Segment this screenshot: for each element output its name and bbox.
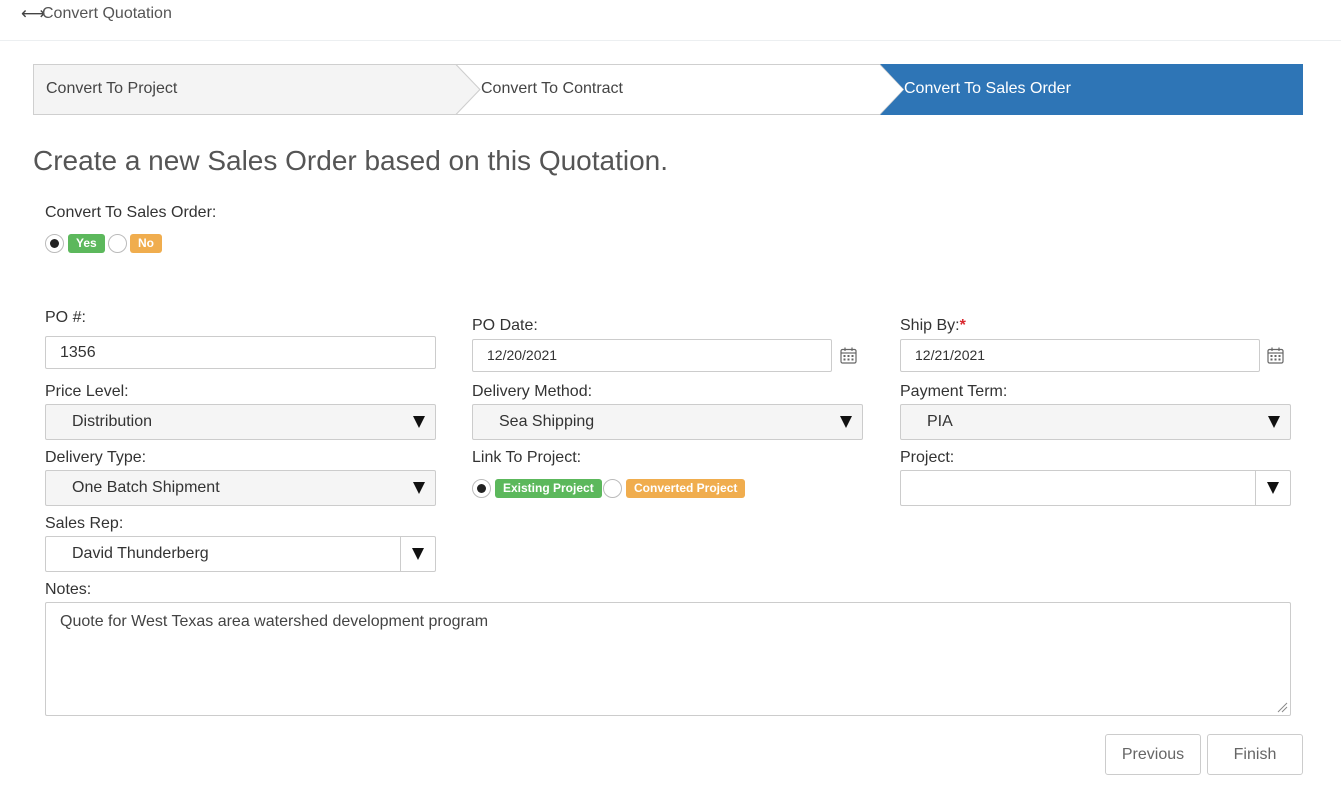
resize-grip-icon[interactable]: [1277, 702, 1288, 713]
payment-term-label: Payment Term:: [900, 383, 1008, 400]
caret-down-icon: [1267, 482, 1279, 494]
convert-label: Convert To Sales Order:: [45, 204, 217, 221]
sales-rep-dropdown-button[interactable]: [400, 537, 435, 571]
caret-down-icon: [840, 416, 852, 428]
existing-project-badge[interactable]: Existing Project: [495, 479, 602, 498]
required-mark: *: [959, 317, 966, 334]
wizard-arrows: [33, 64, 1303, 115]
sales-rep-value: David Thunderberg: [72, 545, 209, 562]
page-heading: Create a new Sales Order based on this Q…: [33, 145, 669, 176]
po-number-label: PO #:: [45, 309, 86, 326]
step-convert-to-project[interactable]: Convert To Project: [46, 80, 177, 98]
notes-label: Notes:: [45, 581, 92, 598]
po-date-input[interactable]: 12/20/2021: [472, 339, 832, 372]
step-convert-to-contract[interactable]: Convert To Contract: [481, 80, 623, 98]
caret-down-icon: [413, 482, 425, 494]
existing-project-radio[interactable]: [472, 479, 491, 498]
previous-button[interactable]: Previous: [1105, 734, 1201, 775]
converted-project-radio[interactable]: [603, 479, 622, 498]
top-bar: ⟷ Convert Quotation: [0, 0, 1341, 41]
project-dropdown-button[interactable]: [1255, 471, 1290, 505]
ship-by-input[interactable]: 12/21/2021: [900, 339, 1260, 372]
convert-yes-radio[interactable]: [45, 234, 64, 253]
sales-rep-label: Sales Rep:: [45, 515, 124, 532]
sales-rep-combo[interactable]: David Thunderberg: [45, 536, 436, 572]
calendar-icon[interactable]: [1267, 347, 1284, 364]
caret-down-icon: [412, 548, 424, 560]
payment-term-select[interactable]: PIA: [900, 404, 1291, 440]
notes-value: Quote for West Texas area watershed deve…: [60, 613, 489, 630]
po-number-input[interactable]: 1356: [45, 336, 436, 369]
step-convert-to-sales-order[interactable]: Convert To Sales Order: [904, 80, 1071, 98]
convert-no-radio[interactable]: [108, 234, 127, 253]
price-level-value: Distribution: [72, 413, 153, 430]
payment-term-value: PIA: [927, 413, 953, 430]
ship-by-label: Ship By:*: [900, 317, 966, 334]
delivery-type-select[interactable]: One Batch Shipment: [45, 470, 436, 506]
delivery-type-value: One Batch Shipment: [72, 479, 220, 496]
caret-down-icon: [1268, 416, 1280, 428]
yes-badge[interactable]: Yes: [68, 234, 105, 253]
price-level-label: Price Level:: [45, 383, 129, 400]
page-title: Convert Quotation: [42, 5, 172, 22]
po-date-label: PO Date:: [472, 317, 538, 334]
project-combo[interactable]: [900, 470, 1291, 506]
delivery-method-value: Sea Shipping: [499, 413, 595, 430]
delivery-method-select[interactable]: Sea Shipping: [472, 404, 863, 440]
delivery-method-label: Delivery Method:: [472, 383, 593, 400]
price-level-select[interactable]: Distribution: [45, 404, 436, 440]
delivery-type-label: Delivery Type:: [45, 449, 147, 466]
project-label: Project:: [900, 449, 955, 466]
link-to-project-label: Link To Project:: [472, 449, 582, 466]
converted-project-badge[interactable]: Converted Project: [626, 479, 746, 498]
wizard-steps: Convert To Project Convert To Contract C…: [33, 64, 1303, 115]
no-badge[interactable]: No: [130, 234, 162, 253]
finish-button[interactable]: Finish: [1207, 734, 1303, 775]
calendar-icon[interactable]: [840, 347, 857, 364]
caret-down-icon: [413, 416, 425, 428]
notes-textarea[interactable]: Quote for West Texas area watershed deve…: [45, 602, 1291, 716]
